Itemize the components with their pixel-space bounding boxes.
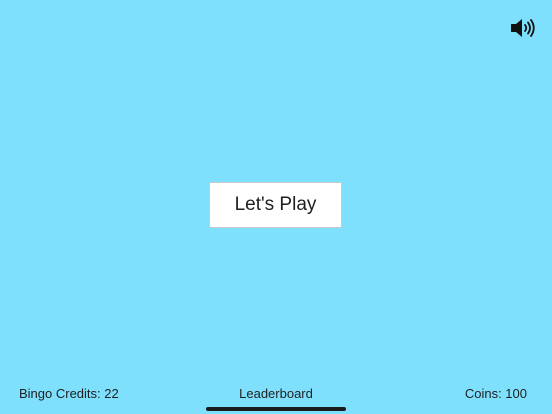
home-indicator[interactable]: [206, 407, 346, 411]
speaker-on-icon: [509, 17, 535, 39]
sound-toggle-button[interactable]: [508, 16, 536, 40]
lets-play-button[interactable]: Let's Play: [209, 182, 342, 228]
leaderboard-link[interactable]: Leaderboard: [239, 386, 313, 401]
bingo-credits-label: Bingo Credits: 22: [19, 386, 119, 401]
home-screen: Let's Play Bingo Credits: 22 Leaderboard…: [0, 0, 552, 414]
coins-label: Coins: 100: [464, 386, 527, 401]
